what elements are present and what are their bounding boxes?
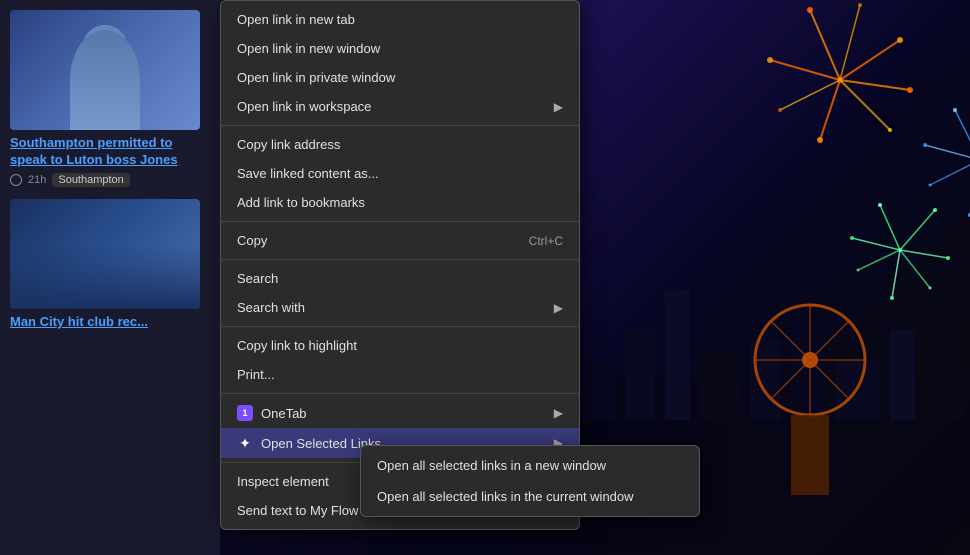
menu-label-save-linked-content: Save linked content as... [237, 166, 379, 181]
news-card-image-1 [10, 10, 200, 130]
divider-2 [221, 221, 579, 222]
chevron-right-icon-onetab: ▶ [554, 406, 563, 420]
menu-label-search: Search [237, 271, 278, 286]
news-panel: Southampton permitted to speak to Luton … [0, 0, 220, 555]
menu-label-onetab: OneTab [261, 406, 307, 421]
menu-label-open-new-window: Open link in new window [237, 41, 380, 56]
divider-5 [221, 393, 579, 394]
menu-item-copy[interactable]: Copy Ctrl+C [221, 226, 579, 255]
news-meta-1: 21h Southampton [10, 173, 210, 187]
onetab-icon: 1 [237, 405, 253, 421]
menu-label-add-link-bookmarks: Add link to bookmarks [237, 195, 365, 210]
menu-label-copy-link-highlight: Copy link to highlight [237, 338, 357, 353]
menu-item-open-workspace[interactable]: Open link in workspace ▶ [221, 92, 579, 121]
person-body [70, 30, 140, 130]
news-time-1: 21h [28, 174, 46, 186]
submenu-label-open-all-new-window: Open all selected links in a new window [377, 458, 606, 473]
menu-item-open-new-tab[interactable]: Open link in new tab [221, 5, 579, 34]
news-card-1[interactable]: Southampton permitted to speak to Luton … [10, 10, 210, 187]
menu-item-add-link-bookmarks[interactable]: Add link to bookmarks [221, 188, 579, 217]
menu-label-open-private-window: Open link in private window [237, 70, 395, 85]
news-card-2[interactable]: Man City hit club rec... [10, 199, 210, 331]
menu-item-search-with[interactable]: Search with ▶ [221, 293, 579, 322]
submenu-item-open-all-new-window[interactable]: Open all selected links in a new window [361, 450, 699, 481]
menu-label-copy-link-address: Copy link address [237, 137, 340, 152]
submenu-item-open-all-current-window[interactable]: Open all selected links in the current w… [361, 481, 699, 512]
menu-label-open-workspace: Open link in workspace [237, 99, 371, 114]
menu-item-open-private-window[interactable]: Open link in private window [221, 63, 579, 92]
menu-item-copy-link-highlight[interactable]: Copy link to highlight [221, 331, 579, 360]
menu-item-open-new-window[interactable]: Open link in new window [221, 34, 579, 63]
menu-item-save-linked-content[interactable]: Save linked content as... [221, 159, 579, 188]
news-title-2[interactable]: Man City hit club rec... [10, 314, 210, 331]
menu-item-search[interactable]: Search [221, 264, 579, 293]
menu-label-inspect-element: Inspect element [237, 474, 329, 489]
open-selected-links-submenu: Open all selected links in a new window … [360, 445, 700, 517]
menu-label-send-text-flow: Send text to My Flow [237, 503, 358, 518]
menu-label-open-new-tab: Open link in new tab [237, 12, 355, 27]
news-title-1[interactable]: Southampton permitted to speak to Luton … [10, 135, 210, 169]
menu-label-print: Print... [237, 367, 275, 382]
copy-shortcut: Ctrl+C [529, 234, 563, 248]
menu-item-copy-link-address[interactable]: Copy link address [221, 130, 579, 159]
menu-label-search-with: Search with [237, 300, 305, 315]
menu-label-copy: Copy [237, 233, 267, 248]
news-card-image-2 [10, 199, 200, 309]
star-icon-wrap: ✦ [237, 435, 253, 451]
star-icon: ✦ [237, 435, 253, 451]
submenu-label-open-all-current-window: Open all selected links in the current w… [377, 489, 634, 504]
crowd-overlay [10, 243, 200, 309]
menu-item-onetab[interactable]: 1 OneTab ▶ [221, 398, 579, 428]
chevron-right-icon: ▶ [554, 100, 563, 114]
divider-4 [221, 326, 579, 327]
time-icon-1 [10, 174, 22, 186]
divider-3 [221, 259, 579, 260]
onetab-icon-wrap: 1 [237, 405, 253, 421]
chevron-right-icon-search: ▶ [554, 301, 563, 315]
news-tag-1[interactable]: Southampton [52, 173, 129, 187]
menu-item-print[interactable]: Print... [221, 360, 579, 389]
divider-1 [221, 125, 579, 126]
